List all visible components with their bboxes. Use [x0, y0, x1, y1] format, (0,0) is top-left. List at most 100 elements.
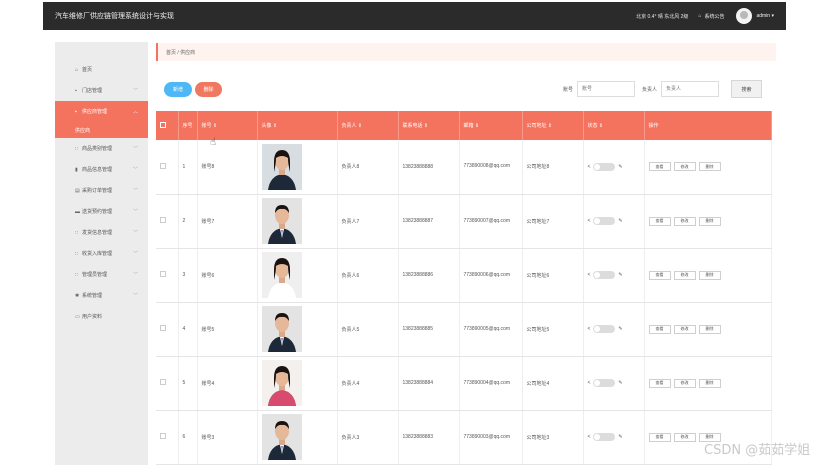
table-row: 5 账号4 负责人4 13823888884 773890004@qq.com 公司地址4…: [156, 356, 772, 411]
breadcrumb: 首页 / 供应商: [156, 43, 776, 61]
search-button[interactable]: 搜索: [731, 80, 762, 98]
phone-cell: 13823888885: [398, 302, 460, 357]
sidebar-icon: ▪: [75, 87, 77, 94]
avatar: [736, 8, 753, 24]
sidebar-item-8[interactable]: ∷ 收货入库管理 ﹀: [55, 243, 148, 264]
sidebar-icon: ∷: [75, 229, 79, 236]
status-toggle[interactable]: [593, 217, 616, 225]
status-toggle[interactable]: [593, 271, 616, 279]
status-toggle[interactable]: [593, 433, 616, 441]
view-button[interactable]: 查看: [648, 270, 671, 280]
manager-input[interactable]: [661, 81, 720, 97]
sidebar-item-6[interactable]: ▬ 送货预约管理 ﹀: [55, 201, 148, 222]
email-cell: 773890006@qq.com: [459, 248, 523, 303]
column-header[interactable]: 状态 ⇕: [583, 111, 645, 140]
index-cell: 6: [178, 410, 198, 465]
sidebar-item-label: 采购订单管理: [82, 188, 113, 194]
view-button[interactable]: 查看: [648, 216, 671, 226]
edit-icon: ✎: [618, 380, 623, 386]
index-cell: 3: [178, 248, 198, 303]
column-header[interactable]: 序号: [178, 111, 198, 140]
notice-button[interactable]: ⌂ 系统公告: [698, 13, 724, 20]
status-toggle[interactable]: [593, 379, 616, 387]
row-select-cell: [156, 140, 179, 195]
photo-cell: [257, 140, 338, 195]
edit-button[interactable]: 修改: [673, 162, 696, 172]
account-cell: 账号5: [197, 302, 258, 357]
select-all-checkbox[interactable]: [160, 121, 166, 128]
manager-search: 负责人: [642, 81, 720, 97]
row-actions: 查看 修改 删除: [648, 324, 771, 334]
status-toggle[interactable]: [593, 162, 616, 171]
status-toggle[interactable]: [593, 325, 616, 333]
delete-row-button[interactable]: 删除: [698, 324, 721, 334]
avatar-photo: [261, 360, 302, 406]
chevron-down-icon: ﹀: [132, 146, 138, 152]
column-header[interactable]: 账号 ⇕: [197, 111, 258, 140]
account-label: 账号: [563, 86, 574, 93]
delete-row-button[interactable]: 删除: [698, 378, 721, 388]
avatar-photo: [261, 414, 302, 460]
column-header[interactable]: 负责人 ⇕: [337, 111, 399, 140]
view-button[interactable]: 查看: [648, 162, 671, 172]
delete-row-button[interactable]: 删除: [698, 162, 721, 172]
column-header[interactable]: 公司地址 ⇕: [522, 111, 584, 140]
edit-button[interactable]: 修改: [673, 432, 696, 442]
edit-icon: ✎: [618, 434, 623, 440]
delete-row-button[interactable]: 删除: [698, 216, 721, 226]
address-cell: 公司地址3: [522, 410, 584, 465]
chevron-down-icon: ﹀: [132, 88, 138, 94]
row-checkbox[interactable]: [160, 162, 166, 169]
sidebar-item-3[interactable]: ∷ 商品类别管理 ﹀: [55, 138, 148, 159]
row-checkbox[interactable]: [160, 325, 166, 331]
sidebar-subitem-supplier[interactable]: 供应商: [55, 122, 148, 138]
row-checkbox[interactable]: [160, 217, 166, 223]
view-button[interactable]: 查看: [648, 324, 671, 334]
delete-row-button[interactable]: 删除: [698, 270, 721, 280]
sidebar-item-label: 门店管理: [82, 88, 103, 94]
delete-button[interactable]: 删除: [195, 82, 222, 97]
row-actions: 查看 修改 删除: [648, 270, 771, 280]
photo-cell: [257, 356, 338, 411]
edit-button[interactable]: 修改: [673, 216, 696, 226]
sidebar-icon: ∷: [75, 271, 79, 278]
edit-button[interactable]: 修改: [673, 270, 696, 280]
top-bar: 汽车维修厂供应链管理系统设计与实现 北京 0.4° 晴 东北风 2级 ⌂ 系统公…: [43, 2, 786, 30]
sidebar-item-1[interactable]: ▪ 门店管理 ﹀: [55, 80, 148, 101]
edit-button[interactable]: 修改: [673, 378, 696, 388]
sidebar-item-10[interactable]: ✱ 系统管理 ﹀: [55, 285, 148, 306]
status-control: < ✎: [588, 217, 644, 225]
chevron-down-icon: ﹀: [132, 230, 138, 236]
house-icon: ⌂: [698, 13, 702, 19]
phone-cell: 13823888884: [398, 356, 460, 411]
column-header[interactable]: 操作: [644, 111, 772, 140]
account-cell: 账号3: [197, 410, 258, 465]
sidebar-item-4[interactable]: ▮ 商品信息管理 ﹀: [55, 159, 148, 180]
view-button[interactable]: 查看: [648, 378, 671, 388]
sidebar-item-2[interactable]: ▪ 供应商管理 ︿: [55, 101, 148, 122]
user-menu[interactable]: admin ▾: [736, 8, 774, 24]
account-input[interactable]: [577, 81, 636, 97]
row-select-cell: [156, 302, 179, 357]
phone-cell: 13823888887: [398, 194, 460, 249]
row-checkbox[interactable]: [160, 433, 166, 439]
sidebar-item-5[interactable]: ▤ 采购订单管理 ﹀: [55, 180, 148, 201]
manager-cell: 负责人4: [337, 356, 399, 411]
column-header[interactable]: 头像 ⇕: [257, 111, 338, 140]
edit-button[interactable]: 修改: [673, 324, 696, 334]
chevron-down-icon: ﹀: [132, 209, 138, 215]
view-button[interactable]: 查看: [648, 432, 671, 442]
account-search: 账号: [563, 81, 636, 97]
email-cell: 773890007@qq.com: [459, 194, 523, 249]
row-checkbox[interactable]: [160, 271, 166, 277]
sidebar-item-0[interactable]: ⌂ 首页: [55, 59, 148, 80]
sidebar-icon: ▮: [75, 166, 78, 173]
column-header[interactable]: 联系电话 ⇕: [398, 111, 460, 140]
row-checkbox[interactable]: [160, 379, 166, 385]
status-cell: < ✎: [583, 302, 645, 357]
sidebar-item-9[interactable]: ∷ 管理员管理 ﹀: [55, 264, 148, 285]
column-header[interactable]: 邮箱 ⇕: [459, 111, 523, 140]
sidebar-item-7[interactable]: ∷ 发货信息管理 ﹀: [55, 222, 148, 243]
sidebar-item-11[interactable]: ▭ 用户资料: [55, 306, 148, 327]
add-button[interactable]: 新增: [164, 82, 192, 97]
